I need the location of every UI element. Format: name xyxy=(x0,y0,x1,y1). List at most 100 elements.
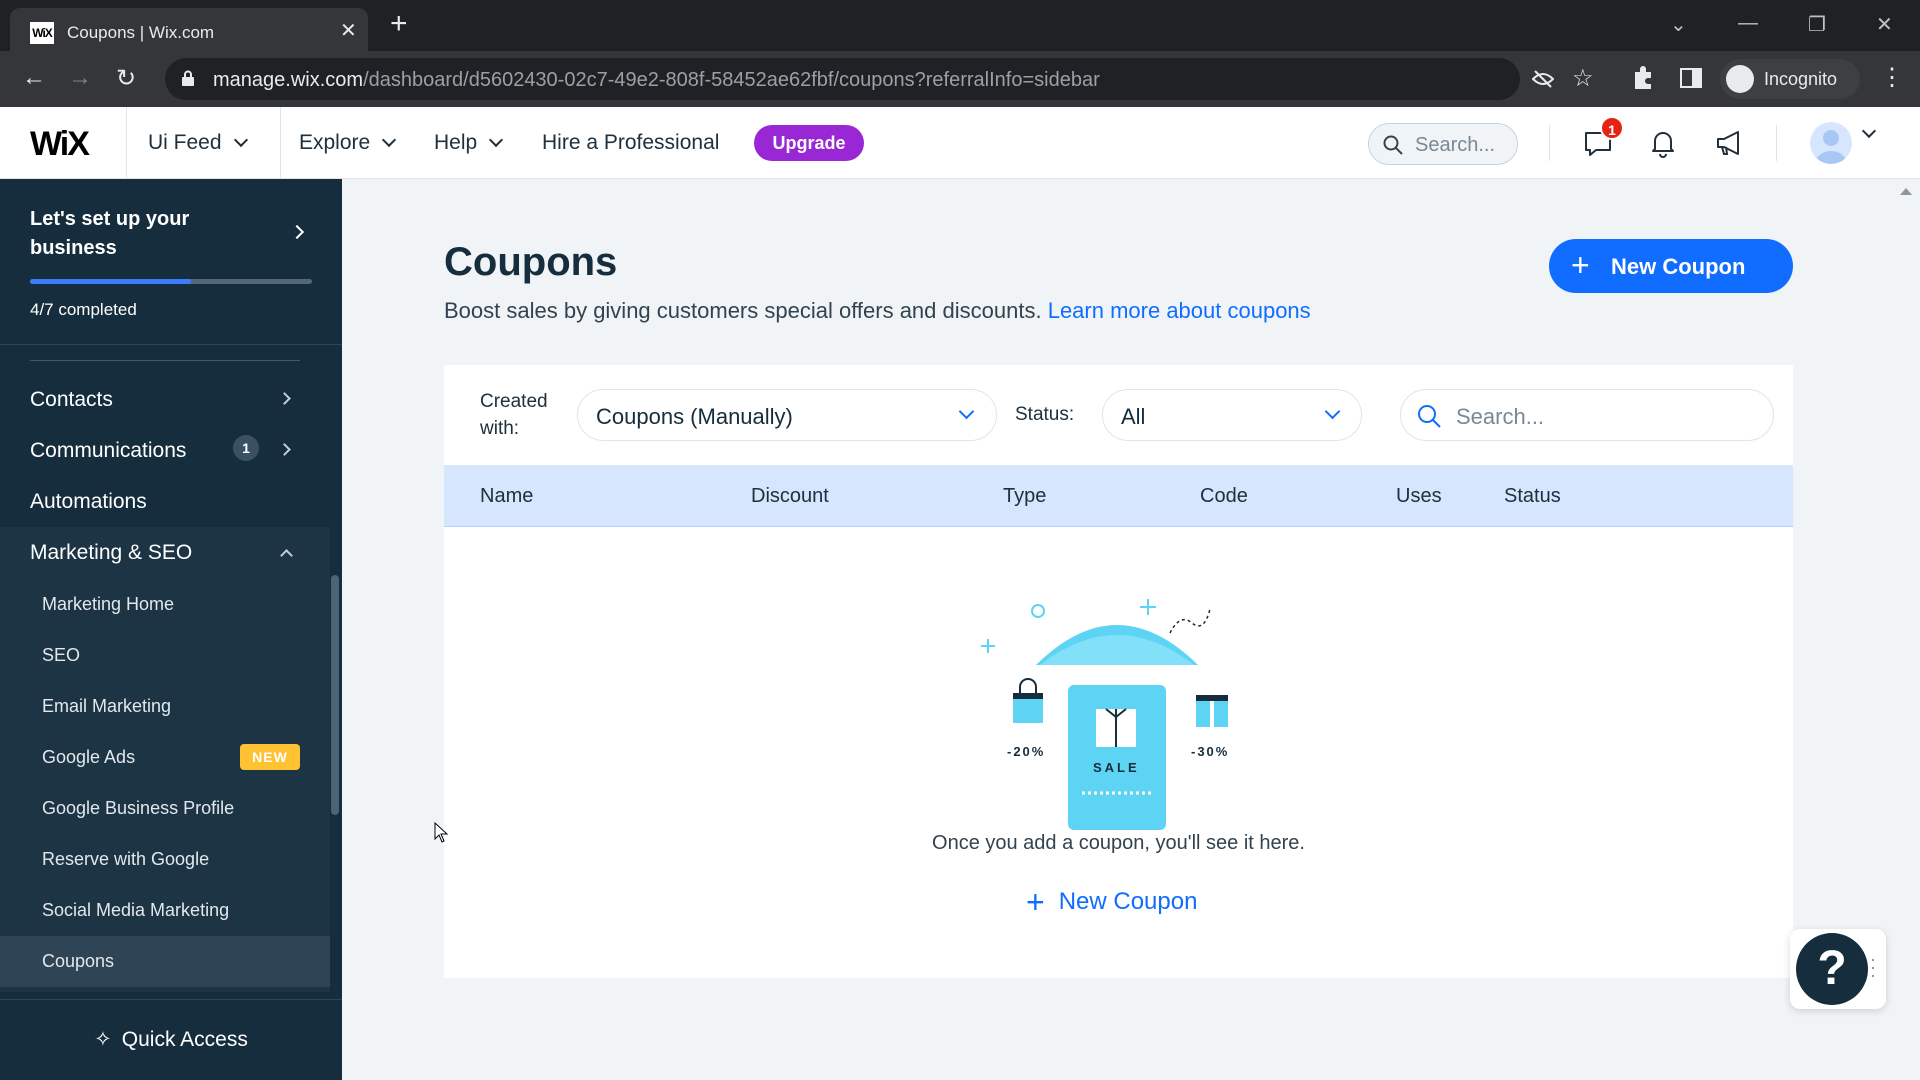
setup-progress-fill xyxy=(30,279,191,284)
chevron-down-icon xyxy=(958,403,975,420)
table-header: Name Discount Type Code Uses Status xyxy=(444,465,1793,527)
chevron-down-icon xyxy=(1324,403,1341,420)
sale-label: SALE xyxy=(1093,760,1140,775)
bookmark-star-icon[interactable]: ☆ xyxy=(1572,64,1594,93)
sidebar-item-email-marketing[interactable]: Email Marketing xyxy=(42,696,171,717)
discount-20-label: -20% xyxy=(1007,744,1046,759)
discount-30-label: -30% xyxy=(1191,744,1230,759)
chevron-down-icon xyxy=(489,132,504,148)
new-coupon-link-label: New Coupon xyxy=(1058,888,1198,915)
divider xyxy=(1549,125,1550,161)
setup-progress-bar xyxy=(30,279,312,284)
account-menu-chevron[interactable] xyxy=(1861,123,1877,145)
top-search-input[interactable]: Search... xyxy=(1368,123,1518,165)
column-header-code[interactable]: Code xyxy=(1200,485,1248,508)
sidebar-item-coupons[interactable]: Coupons xyxy=(42,951,114,972)
search-icon xyxy=(1383,135,1403,155)
page-title: Coupons xyxy=(444,240,618,284)
search-icon xyxy=(1418,405,1441,428)
drag-handle-icon[interactable]: · · · xyxy=(1870,950,1876,984)
sidebar: Let's set up your business 4/7 completed… xyxy=(0,179,342,1080)
tab-search-icon[interactable]: ⌄ xyxy=(1670,12,1687,37)
column-header-type[interactable]: Type xyxy=(1003,485,1046,508)
sidebar-scrollbar[interactable] xyxy=(331,575,339,815)
column-header-uses[interactable]: Uses xyxy=(1396,485,1442,508)
wix-logo[interactable]: WiX xyxy=(30,125,90,164)
menu-explore[interactable]: Explore xyxy=(299,131,397,155)
site-selector[interactable]: Ui Feed xyxy=(148,131,248,155)
browser-tab[interactable]: WiX Coupons | Wix.com ✕ xyxy=(10,8,368,51)
chevron-right-icon xyxy=(278,392,291,405)
created-with-value: Coupons (Manually) xyxy=(596,404,793,429)
column-header-status[interactable]: Status xyxy=(1504,485,1561,508)
empty-state-new-coupon-link[interactable]: + New Coupon xyxy=(1026,880,1198,920)
sidebar-item-social-media-marketing[interactable]: Social Media Marketing xyxy=(42,900,229,921)
created-with-dropdown[interactable]: Coupons (Manually) xyxy=(577,389,997,441)
subtitle-text: Boost sales by giving customers special … xyxy=(444,298,1042,323)
help-question-icon: ? xyxy=(1796,933,1868,1005)
restore-icon[interactable]: ❐ xyxy=(1808,12,1826,37)
sidebar-item-google-ads[interactable]: Google Ads xyxy=(42,747,135,768)
sidebar-item-google-business-profile[interactable]: Google Business Profile xyxy=(42,798,234,819)
minimize-icon[interactable]: — xyxy=(1738,12,1758,35)
notifications-bell-icon[interactable] xyxy=(1647,127,1679,159)
sidebar-item-seo[interactable]: SEO xyxy=(42,645,80,666)
divider xyxy=(1776,125,1777,161)
divider xyxy=(30,360,300,361)
menu-hire-professional[interactable]: Hire a Professional xyxy=(542,131,719,155)
setup-title[interactable]: Let's set up your business xyxy=(30,205,260,263)
mouse-cursor-icon xyxy=(434,822,449,843)
eye-off-icon[interactable] xyxy=(1532,70,1554,88)
chevron-down-icon xyxy=(1861,123,1877,139)
quick-access-button[interactable]: ✧ Quick Access xyxy=(0,1027,342,1052)
help-button[interactable]: ? · · · xyxy=(1790,929,1886,1009)
page-subtitle: Boost sales by giving customers special … xyxy=(444,298,1311,324)
side-panel-icon[interactable] xyxy=(1680,68,1702,88)
new-tab-icon[interactable]: + xyxy=(390,9,408,39)
close-tab-icon[interactable]: ✕ xyxy=(340,18,357,43)
status-value: All xyxy=(1121,404,1146,429)
status-label: Status: xyxy=(1015,404,1075,425)
lock-icon xyxy=(182,70,194,86)
sidebar-item-marketing-home[interactable]: Marketing Home xyxy=(42,594,174,615)
sidebar-item-marketing-seo[interactable]: Marketing & SEO xyxy=(30,541,192,565)
extensions-icon[interactable] xyxy=(1632,66,1654,90)
search-placeholder: Search... xyxy=(1456,404,1545,429)
incognito-icon xyxy=(1726,65,1754,93)
new-badge: NEW xyxy=(240,744,300,770)
tab-title: Coupons | Wix.com xyxy=(67,23,215,42)
scroll-up-arrow-icon[interactable] xyxy=(1900,188,1912,195)
upgrade-button[interactable]: Upgrade xyxy=(754,125,864,161)
divider xyxy=(280,107,281,179)
reload-icon[interactable]: ↻ xyxy=(116,64,136,93)
coupon-search-input[interactable]: Search... xyxy=(1400,389,1774,441)
sidebar-item-automations[interactable]: Automations xyxy=(30,490,147,514)
learn-more-link[interactable]: Learn more about coupons xyxy=(1048,298,1311,323)
wix-favicon-icon: WiX xyxy=(30,22,54,44)
announcements-megaphone-icon[interactable] xyxy=(1713,127,1745,159)
sidebar-item-contacts[interactable]: Contacts xyxy=(30,388,113,412)
address-bar[interactable]: manage.wix.com/dashboard/d5602430-02c7-4… xyxy=(165,58,1594,100)
back-icon[interactable]: ← xyxy=(22,64,46,92)
sale-illustration xyxy=(981,599,1228,830)
plus-icon: + xyxy=(1571,247,1590,283)
messages-count-badge: 1 xyxy=(1600,116,1624,140)
close-window-icon[interactable]: ✕ xyxy=(1876,12,1893,37)
sidebar-item-reserve-with-google[interactable]: Reserve with Google xyxy=(42,849,209,870)
empty-state-message: Once you add a coupon, you'll see it her… xyxy=(932,832,1305,854)
status-dropdown[interactable]: All xyxy=(1102,389,1362,441)
new-coupon-button[interactable]: + New Coupon xyxy=(1549,239,1793,293)
browser-menu-icon[interactable]: ⋮ xyxy=(1880,63,1904,92)
browser-tab-strip: WiX Coupons | Wix.com ✕ + ⌄ — ❐ ✕ xyxy=(0,0,1920,51)
incognito-profile-button[interactable]: Incognito xyxy=(1720,59,1860,99)
browser-toolbar: ← → ↻ manage.wix.com/dashboard/d5602430-… xyxy=(0,51,1920,107)
menu-help[interactable]: Help xyxy=(434,131,504,155)
column-header-discount[interactable]: Discount xyxy=(751,485,829,508)
column-header-name[interactable]: Name xyxy=(480,485,533,508)
wix-top-bar: WiX Ui Feed Explore Help Hire a Professi… xyxy=(0,107,1920,179)
sidebar-item-communications[interactable]: Communications xyxy=(30,439,186,463)
forward-icon[interactable]: → xyxy=(68,64,92,92)
chevron-right-icon[interactable] xyxy=(289,224,305,240)
avatar[interactable] xyxy=(1810,122,1852,164)
divider xyxy=(126,107,127,179)
